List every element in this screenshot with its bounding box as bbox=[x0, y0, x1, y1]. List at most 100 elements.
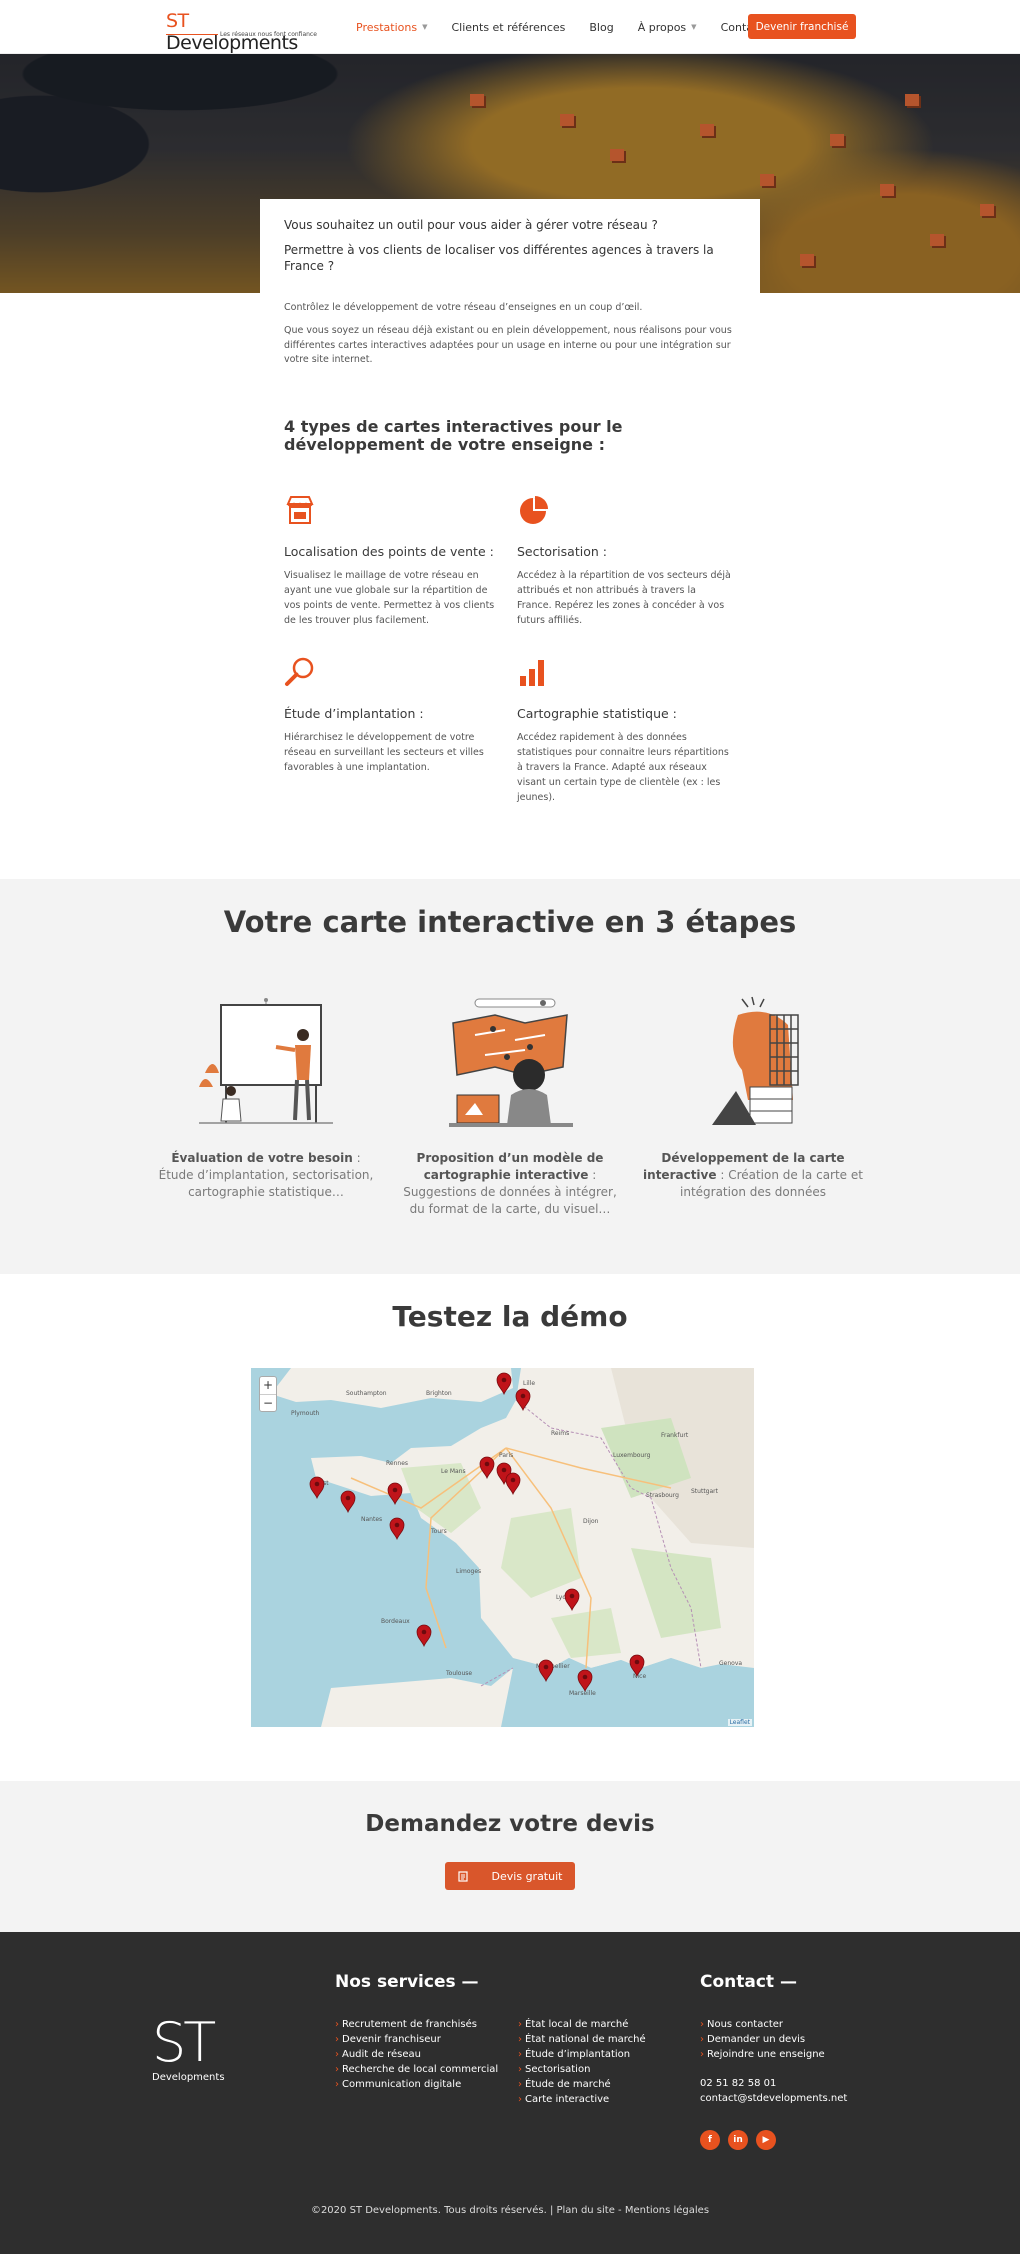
feature-sectorisation: Sectorisation : Accédez à la répartition… bbox=[517, 494, 732, 628]
hero-block bbox=[930, 234, 944, 246]
footer-link[interactable]: Sectorisation bbox=[518, 2062, 646, 2077]
nav-item-clients[interactable]: Clients et références bbox=[451, 21, 565, 34]
map-marker-icon[interactable] bbox=[629, 1654, 645, 1678]
main-nav: Prestations ▼ Clients et références Blog … bbox=[356, 0, 787, 54]
map-attribution[interactable]: Leaflet bbox=[727, 1719, 752, 1726]
intro-question-2: Permettre à vos clients de localiser vos… bbox=[284, 243, 714, 273]
youtube-icon[interactable]: ▶ bbox=[756, 2130, 776, 2150]
map-marker-icon[interactable] bbox=[515, 1388, 531, 1412]
footer-email[interactable]: contact@stdevelopments.net bbox=[700, 2091, 847, 2106]
presentation-illustration bbox=[199, 998, 333, 1124]
hero-block bbox=[760, 174, 774, 186]
become-franchisee-button[interactable]: Devenir franchisé bbox=[748, 14, 856, 39]
hero-block bbox=[470, 94, 484, 106]
footer-link[interactable]: Recrutement de franchisés bbox=[335, 2017, 498, 2032]
types-heading: 4 types de cartes interactives pour le d… bbox=[284, 417, 623, 454]
feature-title: Localisation des points de vente : bbox=[284, 544, 494, 559]
hero-block bbox=[905, 94, 919, 106]
quote-heading: Demandez votre devis bbox=[365, 1811, 655, 1837]
zoom-out-button[interactable]: − bbox=[260, 1394, 276, 1411]
map-marker-icon[interactable] bbox=[479, 1456, 495, 1480]
footer-services-heading: Nos services — bbox=[335, 1972, 479, 1992]
nav-item-blog[interactable]: Blog bbox=[589, 21, 613, 34]
nav-item-prestations[interactable]: Prestations ▼ bbox=[356, 21, 427, 34]
footer-link[interactable]: Communication digitale bbox=[335, 2077, 498, 2092]
map-marker-icon[interactable] bbox=[577, 1669, 593, 1693]
map-marker-icon[interactable] bbox=[340, 1490, 356, 1514]
step-3: Développement de la carte interactive : … bbox=[643, 995, 863, 1201]
chevron-down-icon: ▼ bbox=[691, 23, 697, 31]
feature-title: Étude d’implantation : bbox=[284, 706, 424, 721]
footer-link[interactable]: Nous contacter bbox=[700, 2017, 825, 2032]
map-marker-icon[interactable] bbox=[496, 1372, 512, 1396]
demo-heading: Testez la démo bbox=[392, 1300, 628, 1333]
linkedin-icon[interactable]: in bbox=[728, 2130, 748, 2150]
footer-link[interactable]: Devenir franchiseur bbox=[335, 2032, 498, 2047]
copyright: ©2020 ST Developments. Tous droits réser… bbox=[310, 2205, 710, 2216]
hero-block bbox=[830, 134, 844, 146]
hero-block bbox=[700, 124, 714, 136]
interactive-map[interactable]: PlymouthSouthamptonBrightonLilleBrestRen… bbox=[251, 1368, 754, 1727]
footer-link[interactable]: Étude d’implantation bbox=[518, 2047, 646, 2062]
map-design-illustration bbox=[449, 998, 573, 1127]
map-marker-icon[interactable] bbox=[416, 1624, 432, 1648]
page: ST Developments Les réseaux nous font co… bbox=[0, 0, 1020, 2254]
footer-contact-info: 02 51 82 58 01 contact@stdevelopments.ne… bbox=[700, 2076, 847, 2106]
hero-block bbox=[560, 114, 574, 126]
intro-card: Vous souhaitez un outil pour vous aider … bbox=[260, 199, 760, 295]
site-header: ST Developments Les réseaux nous font co… bbox=[0, 0, 1020, 54]
document-icon bbox=[457, 1870, 468, 1882]
facebook-icon[interactable]: f bbox=[700, 2130, 720, 2150]
magnifier-icon bbox=[285, 657, 314, 686]
zoom-in-button[interactable]: + bbox=[260, 1377, 276, 1394]
footer-logo-st: ST bbox=[152, 2011, 216, 2074]
quote-section: Demandez votre devis Devis gratuit bbox=[0, 1781, 1020, 1932]
map-marker-icon[interactable] bbox=[505, 1472, 521, 1496]
footer-link[interactable]: Carte interactive bbox=[518, 2092, 646, 2107]
logo-rule bbox=[166, 34, 218, 35]
feature-desc: Accédez à la répartition de vos secteurs… bbox=[517, 570, 731, 626]
map-marker-icon[interactable] bbox=[389, 1517, 405, 1541]
hero-block bbox=[880, 184, 894, 196]
footer-phone[interactable]: 02 51 82 58 01 bbox=[700, 2076, 847, 2091]
step-1: Évaluation de votre besoin : Étude d’imp… bbox=[156, 995, 376, 1201]
map-marker-icon[interactable] bbox=[309, 1476, 325, 1500]
footer-services-list-2: État local de marché État national de ma… bbox=[518, 2017, 646, 2107]
feature-title: Cartographie statistique : bbox=[517, 706, 677, 721]
feature-desc: Visualisez le maillage de votre réseau e… bbox=[284, 570, 495, 626]
footer-link[interactable]: État local de marché bbox=[518, 2017, 646, 2032]
step-text: Proposition d’un modèle de cartographie … bbox=[403, 1151, 617, 1216]
feature-title: Sectorisation : bbox=[517, 544, 607, 559]
step-2: Proposition d’un modèle de cartographie … bbox=[400, 995, 620, 1218]
site-logo[interactable]: ST Developments Les réseaux nous font co… bbox=[166, 10, 317, 54]
map-marker-icon[interactable] bbox=[564, 1588, 580, 1612]
site-footer: ST Developments Nos services — Recruteme… bbox=[0, 1932, 1020, 2254]
steps-section: Votre carte interactive en 3 étapes Éval… bbox=[0, 879, 1020, 1274]
footer-link[interactable]: Recherche de local commercial bbox=[335, 2062, 498, 2077]
map-marker-icon[interactable] bbox=[538, 1659, 554, 1683]
footer-link[interactable]: État national de marché bbox=[518, 2032, 646, 2047]
step-text: Évaluation de votre besoin : Étude d’imp… bbox=[158, 1151, 374, 1199]
feature-localisation: Localisation des points de vente : Visua… bbox=[284, 494, 499, 628]
hero-block bbox=[800, 254, 814, 266]
footer-link[interactable]: Demander un devis bbox=[700, 2032, 825, 2047]
free-quote-button[interactable]: Devis gratuit bbox=[445, 1862, 575, 1890]
feature-statistique: Cartographie statistique : Accédez rapid… bbox=[517, 656, 732, 805]
intro-question-1: Vous souhaitez un outil pour vous aider … bbox=[284, 218, 658, 232]
intro-paragraph-2: Que vous soyez un réseau déjà existant o… bbox=[284, 325, 732, 365]
footer-logo[interactable]: ST Developments bbox=[152, 2011, 225, 2084]
social-links: f in ▶ bbox=[700, 2130, 776, 2150]
store-icon bbox=[286, 496, 314, 524]
steps-heading: Votre carte interactive en 3 étapes bbox=[223, 905, 797, 939]
building-illustration bbox=[712, 996, 799, 1125]
footer-link[interactable]: Rejoindre une enseigne bbox=[700, 2047, 825, 2062]
step-text: Développement de la carte interactive : … bbox=[643, 1151, 863, 1199]
footer-link[interactable]: Étude de marché bbox=[518, 2077, 646, 2092]
footer-contact-list: Nous contacter Demander un devis Rejoind… bbox=[700, 2017, 825, 2062]
chevron-down-icon: ▼ bbox=[422, 23, 428, 31]
footer-link[interactable]: Audit de réseau bbox=[335, 2047, 498, 2062]
nav-item-a-propos[interactable]: À propos ▼ bbox=[638, 21, 697, 34]
zoom-control: + − bbox=[259, 1376, 277, 1412]
map-marker-icon[interactable] bbox=[387, 1482, 403, 1506]
logo-tagline: Les réseaux nous font confiance bbox=[220, 31, 317, 38]
